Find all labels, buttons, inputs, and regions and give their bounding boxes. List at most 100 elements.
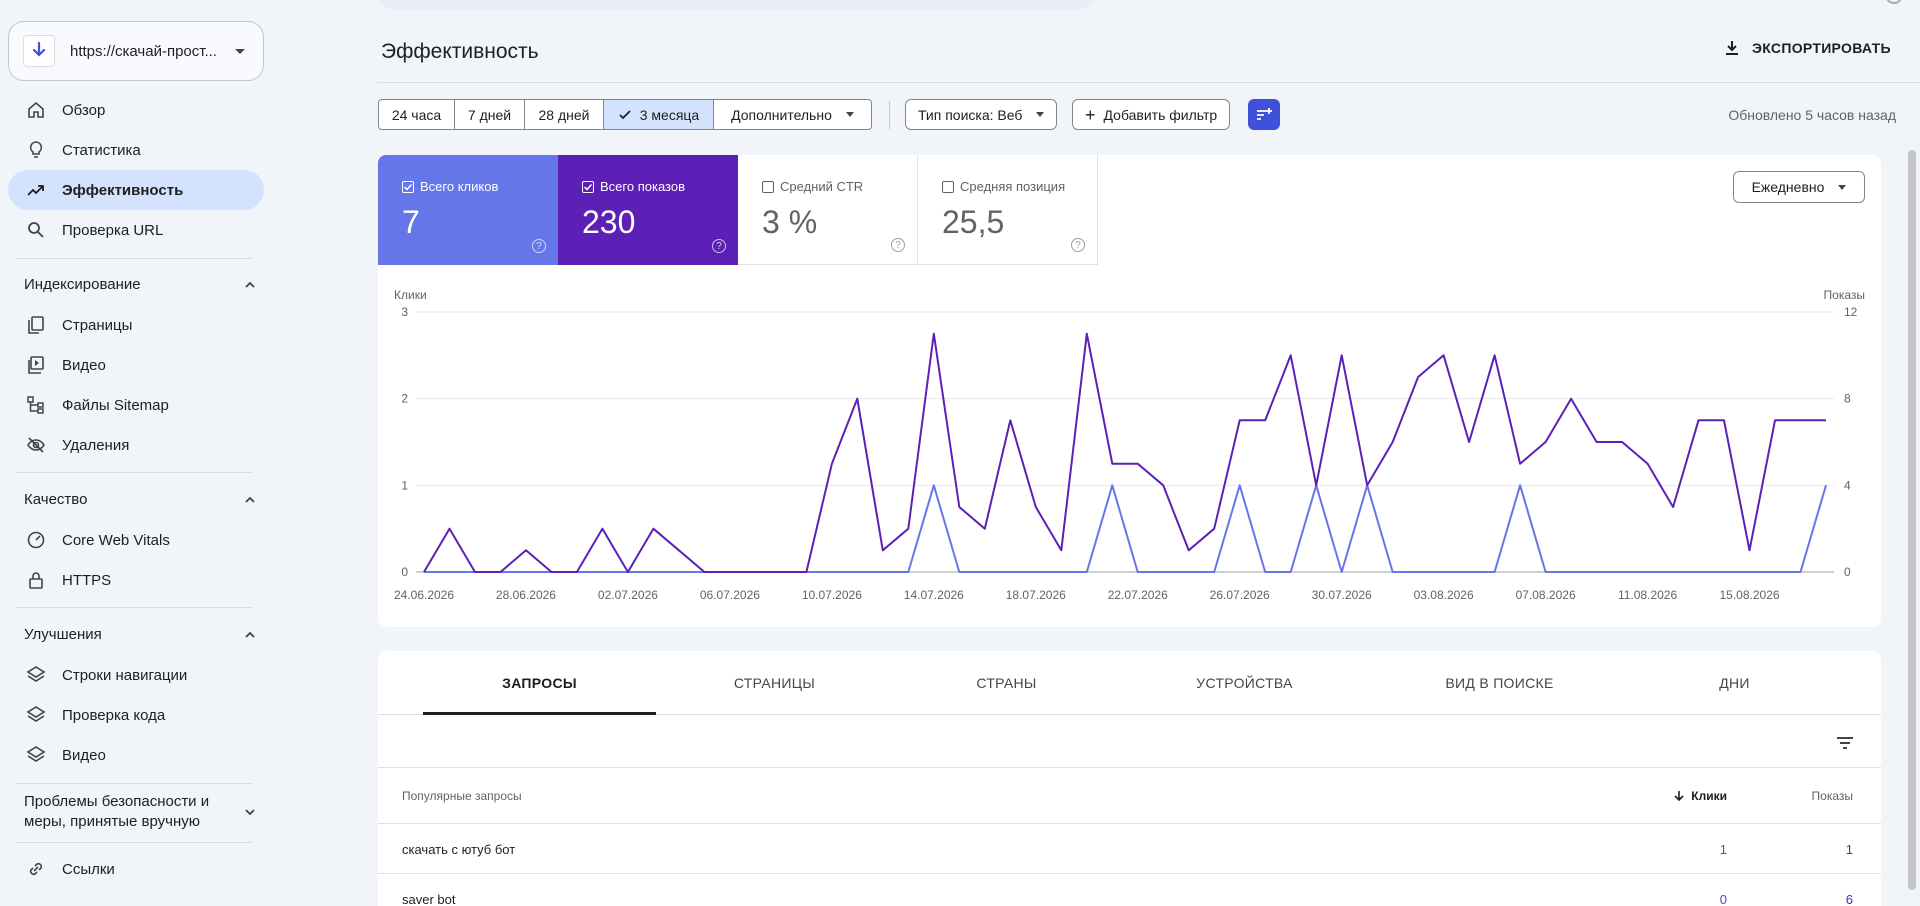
- speedometer-icon: [27, 531, 45, 549]
- sidebar-item-https[interactable]: HTTPS: [8, 560, 264, 600]
- plus-icon: +: [1085, 104, 1096, 125]
- lightbulb-icon: [29, 141, 43, 158]
- sitemap-icon: [27, 396, 44, 414]
- table-row[interactable]: скачать с ютуб бот 1 1: [378, 824, 1881, 874]
- sidebar-item-links[interactable]: Ссылки: [8, 849, 264, 889]
- divider: [16, 783, 252, 784]
- add-filter-label: Добавить фильтр: [1103, 106, 1218, 123]
- x-tick-label: 30.07.2026: [1312, 588, 1372, 602]
- section-label: Качество: [24, 491, 88, 508]
- clicks-series-line: [424, 484, 1827, 573]
- sidebar-item-overview[interactable]: Обзор: [8, 90, 264, 130]
- row-query: saver bot: [402, 892, 456, 906]
- sidebar-item-cwv[interactable]: Core Web Vitals: [8, 520, 264, 560]
- search-type-label: Тип поиска: Веб: [918, 106, 1023, 123]
- y-right-axis-label: Показы: [1824, 288, 1865, 302]
- y-right-tick-label: 0: [1844, 565, 1851, 579]
- row-impressions: 1: [1845, 842, 1853, 857]
- y-left-axis-label: Клики: [394, 288, 427, 302]
- tab-countries[interactable]: СТРАНЫ: [890, 651, 1123, 715]
- row-query: скачать с ютуб бот: [402, 842, 516, 857]
- active-tab-indicator: [423, 712, 656, 715]
- table-filter-icon[interactable]: [1833, 731, 1857, 755]
- header-clicks-sort[interactable]: Клики: [1673, 789, 1727, 803]
- divider: [16, 607, 252, 608]
- date-range-group: 24 часа 7 дней 28 дней 3 месяца Дополнит…: [378, 99, 872, 130]
- queries-table-card: ЗАПРОСЫ СТРАНИЦЫ СТРАНЫ УСТРОЙСТВА ВИД В…: [378, 651, 1881, 906]
- arrow-down-icon: [1674, 791, 1684, 802]
- video-icon: [28, 356, 44, 374]
- date-more-dropdown[interactable]: Дополнительно: [714, 100, 871, 129]
- sidebar-item-label: Видео: [62, 356, 106, 374]
- sidebar-item-video[interactable]: Видео: [8, 345, 264, 385]
- y-right-tick-label: 4: [1844, 478, 1851, 492]
- sidebar-item-label: Эффективность: [62, 181, 184, 199]
- divider: [16, 258, 252, 259]
- check-icon: [619, 109, 631, 119]
- divider: [16, 472, 252, 473]
- filter-add-icon: [1257, 107, 1272, 120]
- section-enhancements[interactable]: Улучшения: [24, 626, 256, 643]
- date-28d-button[interactable]: 28 дней: [525, 100, 604, 129]
- download-logo-icon: [23, 35, 55, 67]
- performance-line-chart: 012304812Клики Показы24.06.2026 28.06.2026…: [394, 288, 1865, 602]
- sidebar-item-code-check[interactable]: Проверка кода: [8, 695, 264, 735]
- sidebar-item-removals[interactable]: Удаления: [8, 425, 264, 465]
- x-tick-label: 26.07.2026: [1210, 588, 1270, 602]
- date-7d-button[interactable]: 7 дней: [455, 100, 525, 129]
- table-row[interactable]: saver bot 0 6: [378, 874, 1881, 906]
- sidebar-item-url-check[interactable]: Проверка URL: [8, 210, 264, 250]
- section-label: Индексирование: [24, 276, 141, 293]
- date-3m-button[interactable]: 3 месяца: [604, 100, 714, 129]
- account-icon[interactable]: [1886, 0, 1902, 4]
- section-security[interactable]: Проблемы безопасности и меры, принятые вр…: [24, 792, 256, 832]
- add-filter-button[interactable]: + Добавить фильтр: [1072, 99, 1231, 130]
- section-label: Улучшения: [24, 626, 102, 643]
- sidebar-item-label: Core Web Vitals: [62, 531, 170, 549]
- caret-down-icon: [845, 112, 854, 117]
- sidebar-item-performance[interactable]: Эффективность: [8, 170, 264, 210]
- sidebar-item-label: Страницы: [62, 316, 133, 334]
- property-url: https://скачай-прост...: [70, 42, 217, 60]
- date-3m-label: 3 месяца: [639, 106, 700, 123]
- search-bar[interactable]: [377, 0, 1097, 10]
- tab-queries[interactable]: ЗАПРОСЫ: [423, 651, 656, 715]
- sidebar-item-label: Проверка кода: [62, 706, 166, 724]
- page-title: Эффективность: [381, 40, 539, 63]
- chevron-down-icon: [235, 48, 245, 54]
- sidebar-item-stats[interactable]: Статистика: [8, 130, 264, 170]
- layers-icon: [26, 706, 46, 722]
- y-left-tick-label: 1: [401, 478, 408, 492]
- date-24h-button[interactable]: 24 часа: [379, 100, 455, 129]
- sidebar-item-breadcrumbs[interactable]: Строки навигации: [8, 655, 264, 695]
- tab-days[interactable]: ДНИ: [1618, 651, 1851, 715]
- x-tick-label: 28.06.2026: [496, 588, 556, 602]
- sidebar-item-label: HTTPS: [62, 571, 112, 589]
- chevron-up-icon: [245, 496, 255, 503]
- sidebar-item-pages[interactable]: Страницы: [8, 305, 264, 345]
- section-quality[interactable]: Качество: [24, 491, 256, 508]
- x-tick-label: 18.07.2026: [1006, 588, 1066, 602]
- tab-search-appearance[interactable]: ВИД В ПОИСКЕ: [1383, 651, 1616, 715]
- search-type-filter[interactable]: Тип поиска: Веб: [905, 99, 1058, 130]
- header-impressions[interactable]: Показы: [1812, 789, 1853, 803]
- trending-up-icon: [27, 185, 44, 196]
- x-tick-label: 24.06.2026: [394, 588, 454, 602]
- sidebar-item-sitemaps[interactable]: Файлы Sitemap: [8, 385, 264, 425]
- sidebar-item-video-enh[interactable]: Видео: [8, 735, 264, 775]
- filter-settings-button[interactable]: [1248, 99, 1280, 130]
- lock-icon: [29, 572, 43, 589]
- section-indexing[interactable]: Индексирование: [24, 276, 256, 293]
- x-tick-label: 14.07.2026: [904, 588, 964, 602]
- x-tick-label: 11.08.2026: [1618, 588, 1677, 602]
- tab-pages[interactable]: СТРАНИЦЫ: [658, 651, 891, 715]
- row-impressions: 6: [1845, 892, 1853, 906]
- export-button[interactable]: ЭКСПОРТИРОВАТЬ: [1722, 38, 1891, 58]
- export-label: ЭКСПОРТИРОВАТЬ: [1752, 40, 1891, 56]
- table-header: Популярные запросы Клики Показы: [378, 767, 1881, 824]
- tab-devices[interactable]: УСТРОЙСТВА: [1128, 651, 1361, 715]
- page-scrollbar[interactable]: [1908, 150, 1916, 890]
- property-selector[interactable]: https://скачай-прост...: [8, 21, 264, 81]
- header-clicks-label: Клики: [1691, 789, 1727, 803]
- chevron-up-icon: [245, 631, 255, 638]
